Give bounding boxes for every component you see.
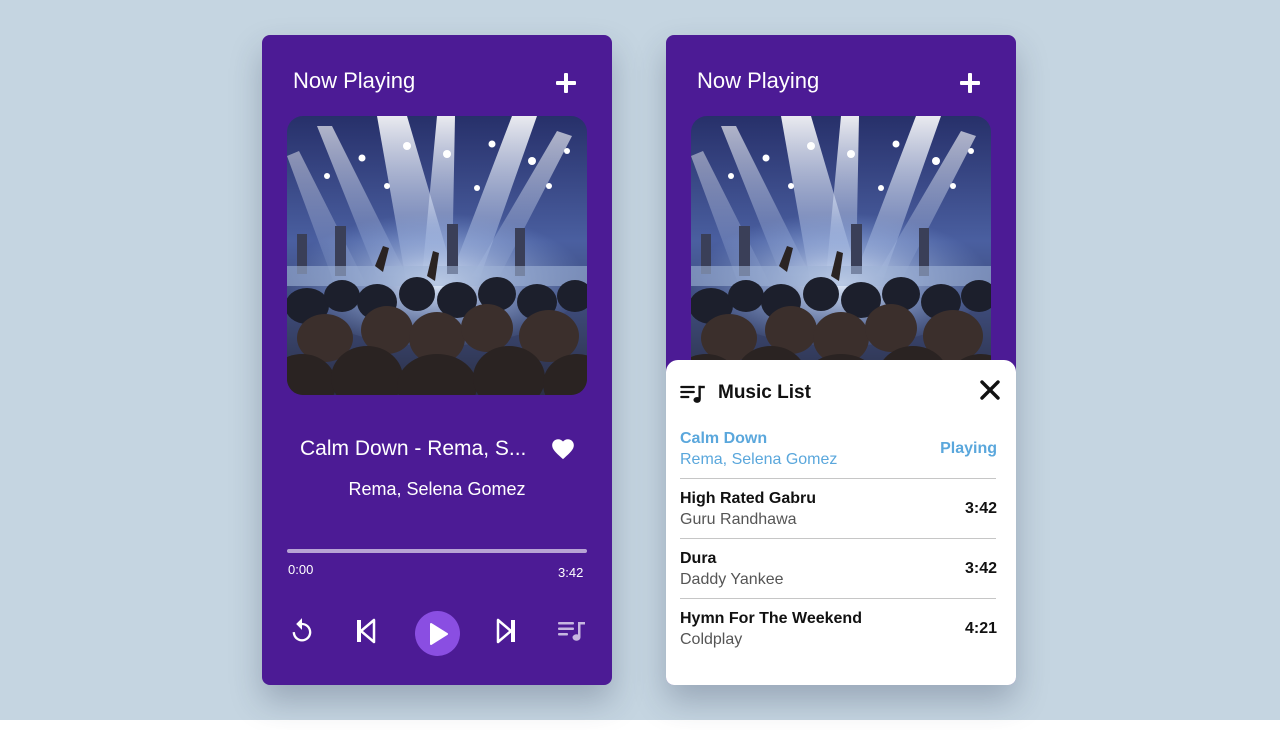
player-card: Now Playing Calm Down - Rema, S... Rema,… bbox=[262, 35, 612, 685]
music-list-panel: Music List Calm Down Rema, Selena Gomez … bbox=[666, 360, 1016, 685]
divider bbox=[680, 538, 996, 539]
page-background bbox=[0, 0, 1280, 720]
album-art bbox=[691, 116, 991, 395]
player-card-list-open: Now Playing Music List Calm Down Rema, S… bbox=[666, 35, 1016, 685]
album-art bbox=[287, 116, 587, 395]
song-artist: Rema, Selena Gomez bbox=[348, 479, 526, 499]
time-total: 3:42 bbox=[558, 565, 584, 580]
plus-icon bbox=[556, 73, 576, 93]
track-artist: Coldplay bbox=[680, 631, 743, 648]
track-artist: Daddy Yankee bbox=[680, 571, 784, 588]
track-title: Calm Down bbox=[680, 430, 768, 447]
repeat-button[interactable] bbox=[288, 617, 316, 645]
add-button[interactable] bbox=[958, 71, 982, 95]
play-icon bbox=[429, 622, 448, 645]
track-duration: 4:21 bbox=[964, 620, 997, 637]
track-row[interactable]: High Rated Gabru Guru Randhawa 3:42 bbox=[680, 488, 997, 548]
track-status: Playing bbox=[940, 440, 997, 457]
close-button[interactable] bbox=[979, 379, 1001, 401]
track-row[interactable]: Dura Daddy Yankee 3:42 bbox=[680, 548, 997, 608]
music-list-title: Music List bbox=[718, 382, 811, 403]
page-title: Now Playing bbox=[697, 68, 820, 93]
next-button[interactable] bbox=[494, 618, 518, 644]
repeat-icon bbox=[292, 618, 312, 642]
playlist-button[interactable] bbox=[558, 619, 586, 643]
track-title: High Rated Gabru bbox=[680, 490, 817, 507]
skip-previous-icon bbox=[357, 618, 376, 644]
previous-button[interactable] bbox=[354, 618, 378, 644]
track-list: Calm Down Rema, Selena Gomez Playing Hig… bbox=[680, 428, 997, 668]
track-artist: Guru Randhawa bbox=[680, 511, 797, 528]
page-title: Now Playing bbox=[293, 68, 416, 93]
queue-music-icon bbox=[680, 384, 706, 404]
track-row[interactable]: Calm Down Rema, Selena Gomez Playing bbox=[680, 428, 997, 488]
plus-icon bbox=[960, 73, 980, 93]
play-button[interactable] bbox=[415, 611, 460, 656]
track-title: Hymn For The Weekend bbox=[680, 610, 862, 627]
song-title: Calm Down - Rema, S... bbox=[300, 437, 527, 460]
track-duration: 3:42 bbox=[964, 500, 997, 517]
track-artist: Rema, Selena Gomez bbox=[680, 451, 838, 468]
divider bbox=[680, 598, 996, 599]
track-row[interactable]: Hymn For The Weekend Coldplay 4:21 bbox=[680, 608, 997, 668]
time-current: 0:00 bbox=[288, 562, 314, 577]
divider bbox=[680, 478, 996, 479]
track-duration: 3:42 bbox=[964, 560, 997, 577]
skip-next-icon bbox=[496, 618, 515, 644]
add-button[interactable] bbox=[554, 71, 578, 95]
progress-bar[interactable] bbox=[287, 549, 587, 553]
track-title: Dura bbox=[680, 550, 717, 567]
favorite-button[interactable] bbox=[550, 436, 576, 462]
heart-icon bbox=[552, 439, 574, 460]
close-icon bbox=[980, 380, 1000, 400]
queue-music-icon bbox=[558, 622, 585, 641]
